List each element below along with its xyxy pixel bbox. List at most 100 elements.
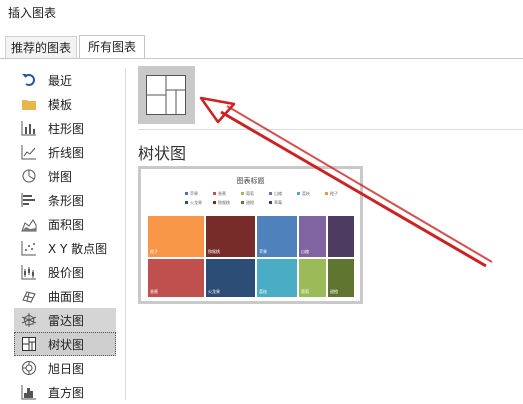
chart-type-list: 最近 模板 柱形图 折线图 饼图 条形图 面积图 X Y 散点图 股价图 曲面图… <box>14 68 116 404</box>
bar-chart-icon <box>20 191 38 209</box>
sidebar-item-treemap[interactable]: 树状图 <box>14 332 116 356</box>
treemap-cell-label: 苹果 <box>259 249 267 254</box>
treemap-chart-icon <box>20 335 38 353</box>
legend-swatch <box>269 192 272 195</box>
sidebar-item-area[interactable]: 面积图 <box>14 212 116 236</box>
sidebar-item-label: 柱形图 <box>48 121 85 136</box>
tab-bar: 推荐的图表 所有图表 <box>0 26 523 59</box>
strip-divider <box>138 129 523 130</box>
legend-label: 葡萄 <box>246 190 254 196</box>
preview-chart-title: 图表标题 <box>236 177 265 185</box>
sidebar-item-pie[interactable]: 饼图 <box>14 164 116 188</box>
legend-label: 甜橙 <box>246 199 254 205</box>
legend-swatch <box>325 192 328 195</box>
histogram-chart-icon <box>20 383 38 401</box>
treemap-cell-label: 荔枝 <box>259 289 267 294</box>
sidebar-item-scatter[interactable]: X Y 散点图 <box>14 236 116 260</box>
sunburst-chart-icon <box>20 359 38 377</box>
legend-swatch <box>185 192 188 195</box>
treemap-cell: 火龙果 <box>205 258 256 298</box>
undo-icon <box>20 71 38 89</box>
area-chart-icon <box>20 215 38 233</box>
treemap-cell-label: 山楂 <box>301 249 309 254</box>
treemap-cell-label: 火龙果 <box>208 289 220 294</box>
sidebar-item-label: 饼图 <box>48 169 73 184</box>
sidebar-item-label: X Y 散点图 <box>48 241 108 256</box>
sidebar-item-column[interactable]: 柱形图 <box>14 116 116 140</box>
sidebar-item-histogram[interactable]: 直方图 <box>14 380 116 404</box>
stock-chart-icon <box>20 263 38 281</box>
sidebar-item-label: 曲面图 <box>48 289 85 304</box>
sidebar-item-label: 条形图 <box>48 193 85 208</box>
legend-item: 葡萄 <box>241 189 269 198</box>
legend-label: 火龙果 <box>190 199 202 205</box>
tab-recommended-charts[interactable]: 推荐的图表 <box>5 36 77 58</box>
treemap-cell: 葡萄 <box>298 258 327 298</box>
legend-item: 甜橙 <box>241 198 269 207</box>
pie-chart-icon <box>20 167 38 185</box>
treemap-cell: 猕猴桃 <box>205 215 256 258</box>
legend-label: 山楂 <box>274 190 282 196</box>
surface-chart-icon <box>20 287 38 305</box>
legend-swatch <box>241 192 244 195</box>
preview-legend: 苹果 香蕉 葡萄 山楂 荔枝 橙子火龙果 猕猴桃 甜橙 草莓 <box>185 189 355 207</box>
treemap-cell: 橙子 <box>147 215 205 258</box>
treemap-subtype-thumbnail[interactable] <box>138 66 195 124</box>
sidebar-item-label: 树状图 <box>48 337 85 352</box>
tab-baseline <box>0 58 523 59</box>
sidebar-item-label: 折线图 <box>48 145 85 160</box>
tab-all-charts[interactable]: 所有图表 <box>79 35 145 59</box>
legend-item: 苹果 <box>185 189 213 198</box>
legend-swatch <box>269 201 272 204</box>
folder-icon <box>20 95 38 113</box>
sidebar-item-line[interactable]: 折线图 <box>14 140 116 164</box>
treemap-cell <box>327 215 355 258</box>
legend-label: 草莓 <box>274 199 282 205</box>
sidebar-item-label: 旭日图 <box>48 361 85 376</box>
sidebar-item-label: 雷达图 <box>48 313 85 328</box>
legend-label: 荔枝 <box>302 190 310 196</box>
sidebar-item-bar[interactable]: 条形图 <box>14 188 116 212</box>
legend-label: 香蕉 <box>218 190 226 196</box>
legend-swatch <box>185 201 188 204</box>
sidebar-item-radar[interactable]: 雷达图 <box>14 308 116 332</box>
legend-label: 苹果 <box>190 190 198 196</box>
treemap-preview[interactable]: 图表标题 苹果 香蕉 葡萄 山楂 荔枝 橙子 火龙果 猕猴桃 甜橙 草莓 橙子 猕猴桃 苹果 山楂 香蕉火… <box>138 166 363 304</box>
legend-item: 猕猴桃 <box>213 198 241 207</box>
sidebar-item-sunburst[interactable]: 旭日图 <box>14 356 116 380</box>
sidebar-item-templates[interactable]: 模板 <box>14 92 116 116</box>
legend-swatch <box>213 192 216 195</box>
chart-subtype-strip <box>138 66 523 130</box>
sidebar-item-surface[interactable]: 曲面图 <box>14 284 116 308</box>
radar-chart-icon <box>20 311 38 329</box>
sidebar-item-recent[interactable]: 最近 <box>14 68 116 92</box>
sidebar-item-stock[interactable]: 股价图 <box>14 260 116 284</box>
treemap-cell-label: 橙子 <box>150 249 158 254</box>
legend-item: 草莓 <box>269 198 297 207</box>
legend-label: 猕猴桃 <box>218 199 230 205</box>
treemap-cell-label: 猕猴桃 <box>208 249 220 254</box>
legend-item: 橙子 <box>325 189 353 198</box>
preview-treemap: 橙子 猕猴桃 苹果 山楂香蕉 火龙果 荔枝 葡萄 甜橙 <box>147 215 355 298</box>
treemap-cell: 香蕉 <box>147 258 205 298</box>
sidebar-item-label: 模板 <box>48 97 73 112</box>
legend-item: 香蕉 <box>213 189 241 198</box>
legend-swatch <box>241 201 244 204</box>
legend-item: 火龙果 <box>185 198 213 207</box>
legend-item: 荔枝 <box>297 189 325 198</box>
scatter-chart-icon <box>20 239 38 257</box>
treemap-cell: 苹果 <box>256 215 298 258</box>
legend-swatch <box>297 192 300 195</box>
line-chart-icon <box>20 143 38 161</box>
column-chart-icon <box>20 119 38 137</box>
sidebar-item-label: 直方图 <box>48 385 85 400</box>
treemap-cell-label: 葡萄 <box>301 289 309 294</box>
treemap-cell: 甜橙 <box>327 258 355 298</box>
sidebar-item-label: 面积图 <box>48 217 85 232</box>
treemap-cell: 荔枝 <box>256 258 298 298</box>
sidebar-item-label: 股价图 <box>48 265 85 280</box>
treemap-cell-label: 甜橙 <box>330 289 338 294</box>
sidebar-item-label: 最近 <box>48 73 73 88</box>
dialog-title: 插入图表 <box>8 6 57 20</box>
treemap-thumbnail-icon <box>146 75 186 115</box>
